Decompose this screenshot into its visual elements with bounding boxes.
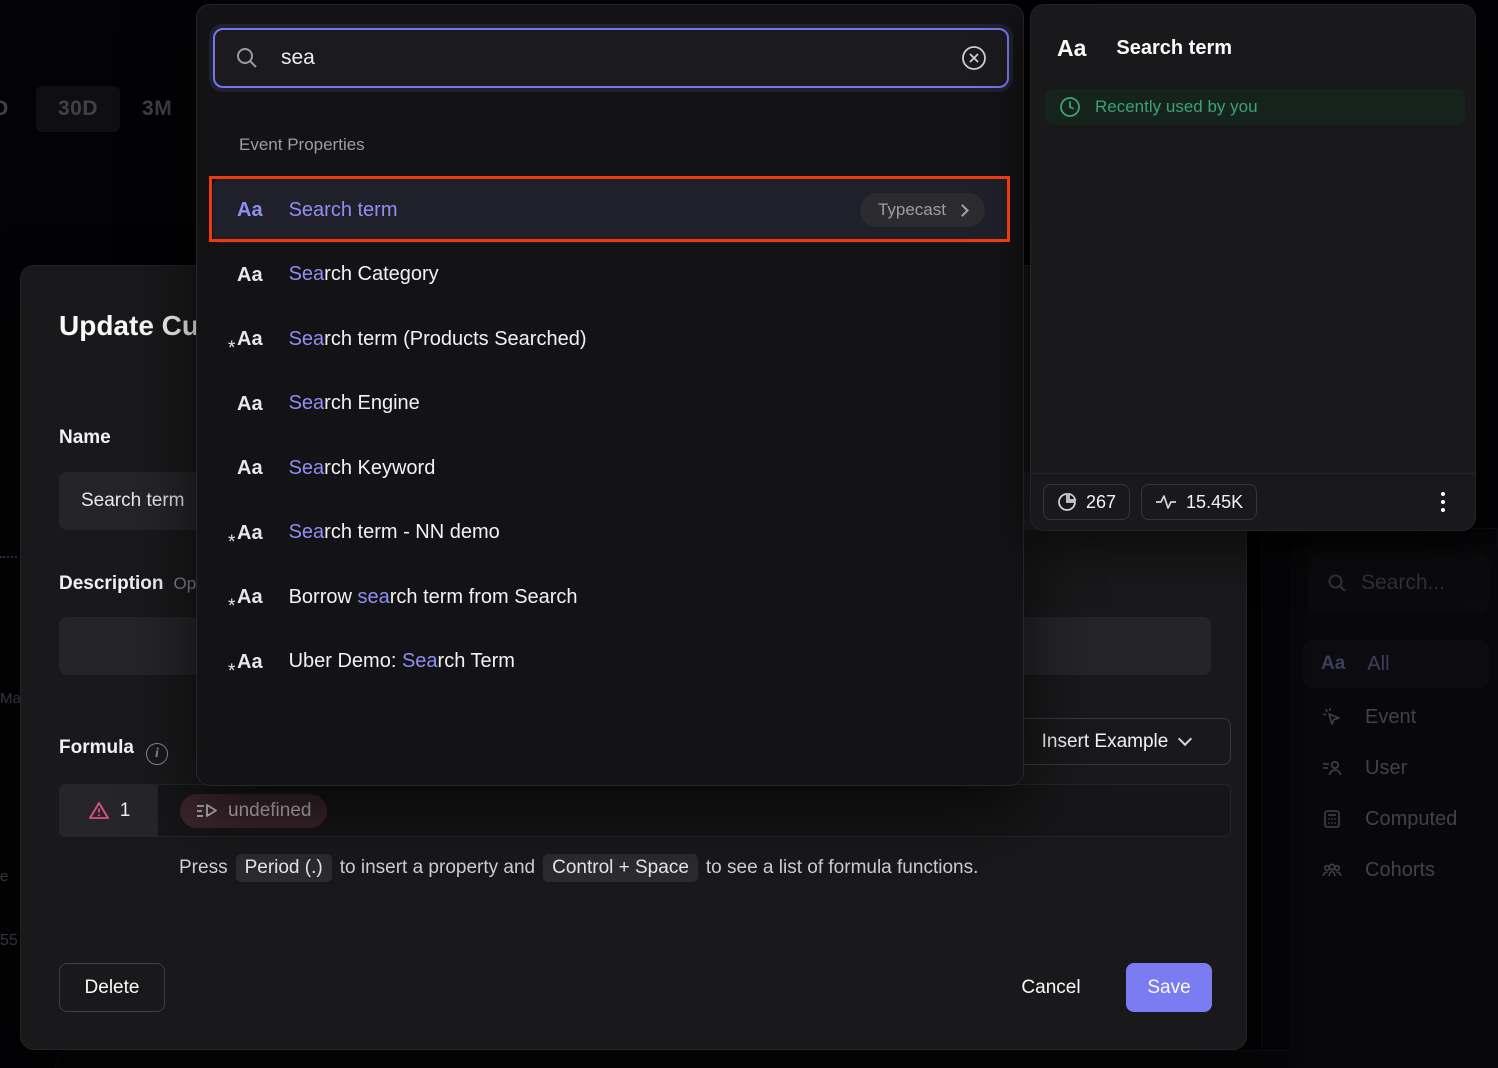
search-icon xyxy=(235,46,259,70)
insert-example-label: Insert Example xyxy=(1042,731,1169,753)
event-icon xyxy=(1321,706,1343,728)
search-icon xyxy=(1327,573,1347,593)
detail-property-title: Search term xyxy=(1116,37,1232,60)
pie-chart-icon xyxy=(1057,492,1077,512)
property-item-search-term[interactable]: Aa* Search term Typecast xyxy=(213,178,1009,243)
axis-label-fragment: e xyxy=(0,868,8,885)
user-icon xyxy=(1321,757,1343,779)
sidebar-item-event[interactable]: Event xyxy=(1303,693,1489,741)
typecast-label: Typecast xyxy=(878,200,946,220)
clock-icon xyxy=(1059,96,1081,118)
unique-values-stat[interactable]: 267 xyxy=(1043,484,1130,520)
property-item-search-category[interactable]: Aa* Search Category xyxy=(213,243,1009,308)
property-results-list: Aa* Search term Typecast Aa* Search Cate… xyxy=(213,178,1009,694)
tab-30d[interactable]: 30D xyxy=(36,86,120,132)
save-button[interactable]: Save xyxy=(1126,963,1212,1012)
error-count: 1 xyxy=(120,800,131,822)
background-panel-edge xyxy=(55,1050,1370,1068)
text-property-icon: Aa xyxy=(1321,653,1345,675)
event-property-icon xyxy=(196,802,218,820)
sidebar-item-label: Computed xyxy=(1365,808,1457,831)
recently-used-badge: Recently used by you xyxy=(1045,89,1465,125)
property-item-search-engine[interactable]: Aa* Search Engine xyxy=(213,372,1009,437)
typecast-button[interactable]: Typecast xyxy=(860,193,985,227)
recently-used-label: Recently used by you xyxy=(1095,97,1258,117)
name-label: Name xyxy=(59,427,111,449)
sidebar-item-user[interactable]: User xyxy=(1303,744,1489,792)
sidebar-item-computed[interactable]: Computed xyxy=(1303,795,1489,843)
sidebar-item-cohorts[interactable]: Cohorts xyxy=(1303,846,1489,894)
hint-text: Press xyxy=(179,857,228,879)
formula-editor[interactable]: undefined xyxy=(158,785,1230,836)
cancel-button[interactable]: Cancel xyxy=(1006,963,1096,1012)
sidebar-item-label: User xyxy=(1365,757,1407,780)
sidebar-item-label: Event xyxy=(1365,706,1416,729)
text-property-icon: Aa* xyxy=(237,265,263,285)
text-property-icon: Aa xyxy=(1057,35,1086,62)
formula-label: Formula i xyxy=(59,737,168,765)
property-item-search-term-nn-demo[interactable]: Aa* Search term - NN demo xyxy=(213,501,1009,566)
volume-stat[interactable]: 15.45K xyxy=(1141,484,1257,520)
cohorts-icon xyxy=(1321,859,1343,881)
property-search-dropdown: Event Properties Aa* Search term Typecas… xyxy=(196,4,1024,786)
activity-icon xyxy=(1155,493,1177,511)
property-detail-panel: Aa Search term Recently used by you 267 … xyxy=(1030,4,1476,531)
chevron-down-icon xyxy=(1178,732,1192,746)
formula-hint: Press Period (.) to insert a property an… xyxy=(179,854,978,882)
chart-line-fragment xyxy=(0,556,17,558)
sidebar-item-all[interactable]: Aa All xyxy=(1303,640,1489,688)
custom-text-property-icon: Aa* xyxy=(237,523,263,543)
custom-text-property-icon: Aa* xyxy=(237,587,263,607)
property-item-search-term-products-searched[interactable]: Aa* Search term (Products Searched) xyxy=(213,307,1009,372)
app-screen: D 30D 3M May e 55 Search... Aa All Event… xyxy=(0,0,1498,1068)
sidebar-item-label: All xyxy=(1367,653,1389,676)
formula-field[interactable]: 1 undefined xyxy=(59,784,1231,837)
tab-7d[interactable]: D xyxy=(0,86,36,132)
custom-text-property-icon: Aa* xyxy=(237,652,263,672)
computed-icon xyxy=(1321,808,1343,830)
unique-values-count: 267 xyxy=(1086,492,1116,513)
more-options-button[interactable] xyxy=(1437,488,1449,516)
warning-icon xyxy=(88,801,110,821)
insert-example-button[interactable]: Insert Example xyxy=(1001,718,1231,765)
date-range-tabs: D 30D 3M xyxy=(0,86,194,132)
sidebar-search-input[interactable]: Search... xyxy=(1309,553,1489,613)
tab-3m[interactable]: 3M xyxy=(120,86,194,132)
control-space-key-chip: Control + Space xyxy=(543,854,698,882)
period-key-chip: Period (.) xyxy=(236,854,332,882)
section-header-event-properties: Event Properties xyxy=(239,135,365,155)
property-search-input[interactable] xyxy=(281,46,939,70)
hint-text: to see a list of formula functions. xyxy=(706,857,978,879)
property-type-sidebar: Search... Aa All Event User Computed Coh… xyxy=(1289,545,1498,1068)
sidebar-search-placeholder: Search... xyxy=(1361,571,1445,595)
undefined-property-chip[interactable]: undefined xyxy=(180,794,327,828)
property-search-field[interactable] xyxy=(213,28,1009,88)
text-property-icon: Aa* xyxy=(237,200,263,220)
info-icon: i xyxy=(146,743,168,765)
property-item-search-keyword[interactable]: Aa* Search Keyword xyxy=(213,436,1009,501)
property-item-borrow-search-term[interactable]: Aa* Borrow search term from Search xyxy=(213,565,1009,630)
sidebar-item-label: Cohorts xyxy=(1365,859,1435,882)
clear-icon[interactable] xyxy=(961,45,987,71)
hint-text: to insert a property and xyxy=(340,857,535,879)
text-property-icon: Aa* xyxy=(237,458,263,478)
chevron-right-icon xyxy=(956,204,969,217)
undefined-chip-label: undefined xyxy=(228,800,311,822)
delete-button[interactable]: Delete xyxy=(59,963,165,1012)
axis-value-fragment: 55 xyxy=(0,932,18,950)
text-property-icon: Aa* xyxy=(237,394,263,414)
description-label-text: Description xyxy=(59,573,164,594)
detail-footer: 267 15.45K xyxy=(1031,473,1475,530)
custom-text-property-icon: Aa* xyxy=(237,329,263,349)
property-item-uber-demo-search-term[interactable]: Aa* Uber Demo: Search Term xyxy=(213,630,1009,695)
name-value: Search term xyxy=(81,490,184,512)
formula-error-gutter: 1 xyxy=(60,785,158,836)
formula-label-text: Formula xyxy=(59,737,134,758)
volume-count: 15.45K xyxy=(1186,492,1243,513)
